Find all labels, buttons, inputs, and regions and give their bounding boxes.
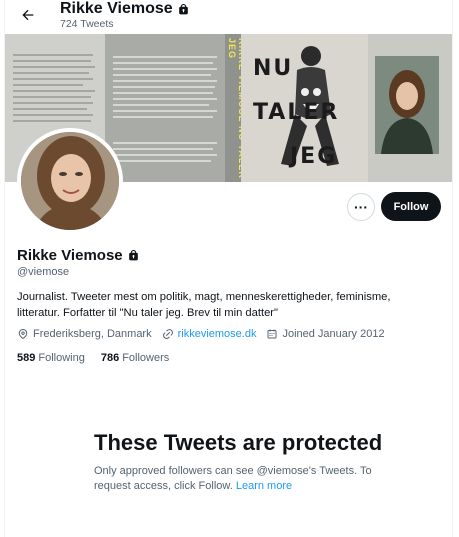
website-link[interactable]: rikkeviemose.dk <box>178 328 257 340</box>
following-label: Following <box>38 352 85 364</box>
protected-notice: These Tweets are protected Only approved… <box>94 430 394 494</box>
profile-name-text: Rikke Viemose <box>17 247 123 264</box>
more-options-icon: ··· <box>354 199 368 215</box>
cover-title-line-3: JEG <box>290 144 338 169</box>
more-options-button[interactable]: ··· <box>347 193 375 221</box>
arrow-left-icon <box>22 9 34 21</box>
protected-title: These Tweets are protected <box>94 430 383 455</box>
protected-description: Only approved followers can see @viemose… <box>94 464 394 494</box>
location-item: Frederiksberg, Danmark <box>17 328 152 340</box>
profile-bio: Journalist. Tweeter mest om politik, mag… <box>17 291 391 319</box>
lock-icon <box>178 3 188 14</box>
followers-label: Followers <box>122 352 170 364</box>
back-button[interactable] <box>17 4 39 26</box>
joined-text: Joined January 2012 <box>282 328 385 340</box>
following-link[interactable]: 589 Following <box>17 352 85 364</box>
banner-page-mid <box>105 34 225 182</box>
cover-title-line-2: TALER <box>253 100 340 125</box>
author-portrait-image <box>375 56 439 154</box>
protected-desc-text: Only approved followers can see @viemose… <box>94 465 372 492</box>
profile-meta: Frederiksberg, Danmark rikkeviemose.dk J… <box>17 328 395 340</box>
following-count: 589 <box>17 352 36 364</box>
profile-page: Rikke Viemose 724 Tweets JEG NU TALER JE… <box>4 0 453 537</box>
top-bar: Rikke Viemose 724 Tweets <box>5 0 452 36</box>
followers-link[interactable]: 786 Followers <box>101 352 169 364</box>
follow-button[interactable]: Follow <box>381 192 441 221</box>
calendar-icon <box>267 329 277 339</box>
avatar-image <box>21 132 119 230</box>
learn-more-link[interactable]: Learn more <box>236 480 292 492</box>
joined-item: Joined January 2012 <box>266 328 385 340</box>
link-icon <box>162 329 173 339</box>
cover-title-line-1: NU <box>253 56 294 81</box>
profile-handle: @viemose <box>17 266 70 278</box>
website-item[interactable]: rikkeviemose.dk <box>162 328 257 340</box>
location-pin-icon <box>18 329 28 340</box>
location-text: Frederiksberg, Danmark <box>33 328 152 340</box>
profile-name: Rikke Viemose <box>17 247 140 264</box>
tweet-count: 724 Tweets <box>60 18 114 30</box>
header-name: Rikke Viemose <box>60 0 173 17</box>
follow-stats: 589 Following 786 Followers <box>17 352 169 364</box>
header-title: Rikke Viemose <box>60 0 190 18</box>
lock-icon <box>128 249 138 261</box>
followers-count: 786 <box>100 352 120 364</box>
profile-avatar[interactable] <box>17 128 123 234</box>
